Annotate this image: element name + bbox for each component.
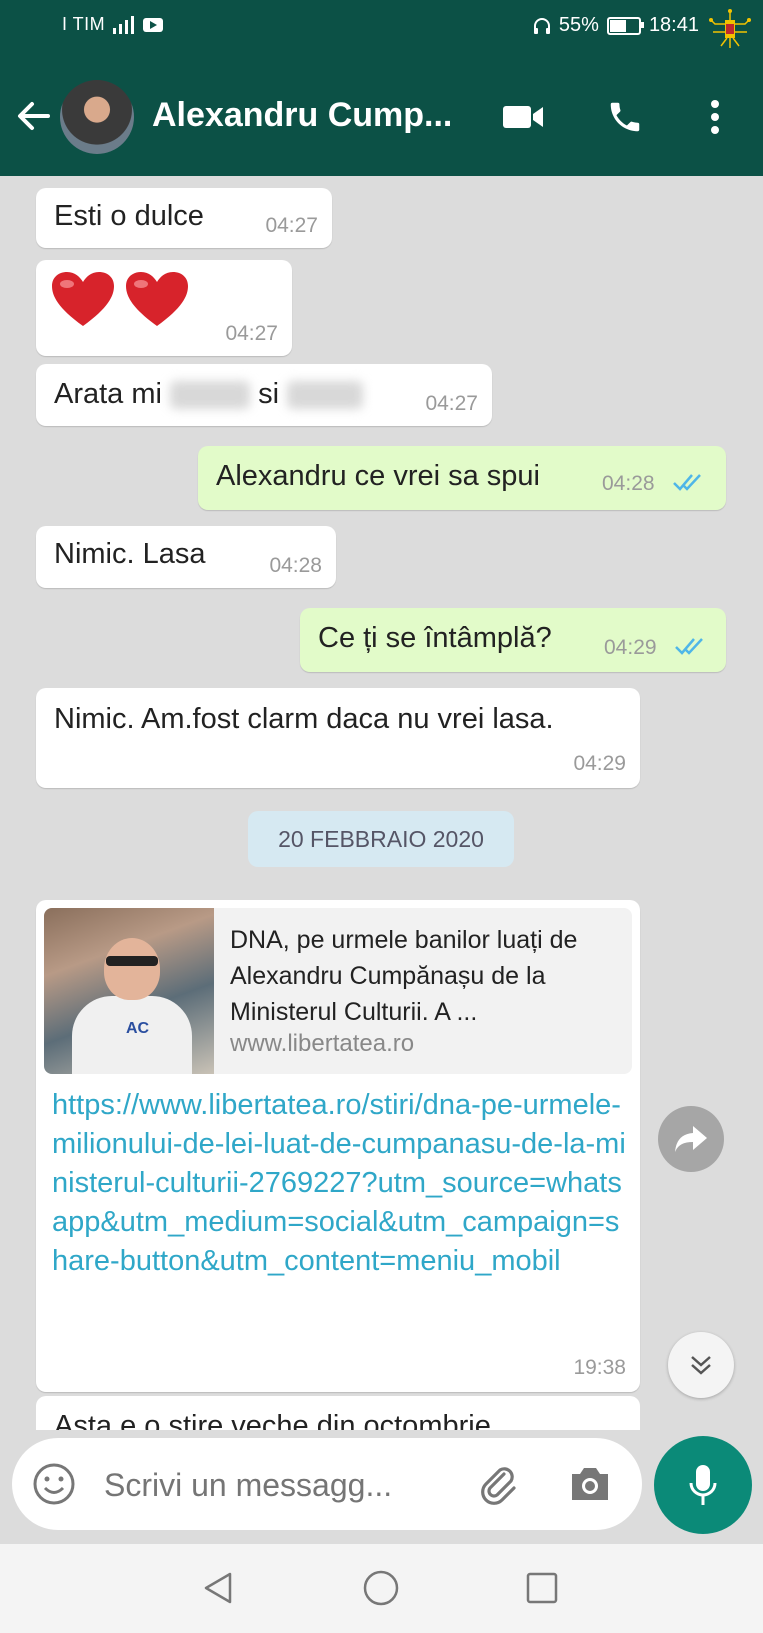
phone-icon bbox=[610, 102, 640, 132]
battery-percent: 55% bbox=[558, 14, 599, 36]
thumbnail-glasses bbox=[106, 956, 158, 966]
message-time: 04:29 bbox=[604, 636, 657, 659]
nav-recents-button[interactable] bbox=[518, 1564, 566, 1612]
message-text: Alexandru ce vrei sa spui bbox=[216, 460, 540, 492]
thumbnail-face bbox=[104, 938, 160, 1000]
nav-recents-icon bbox=[526, 1572, 558, 1604]
blurred-word bbox=[170, 381, 251, 410]
more-vert-icon bbox=[711, 100, 719, 134]
message-time: 04:27 bbox=[225, 322, 278, 345]
message-text: Arata mi si bbox=[54, 378, 364, 411]
heart-icon bbox=[52, 272, 114, 326]
headphones-icon bbox=[533, 17, 550, 34]
message-input[interactable] bbox=[102, 1456, 436, 1514]
mic-icon bbox=[689, 1465, 717, 1505]
message-time: 04:27 bbox=[425, 392, 478, 415]
video-call-button[interactable] bbox=[500, 94, 546, 140]
avatar[interactable] bbox=[60, 80, 134, 154]
emoji-icon[interactable] bbox=[32, 1462, 76, 1506]
link-preview-title: DNA, pe urmele banilor luați de Alexandr… bbox=[230, 926, 578, 1026]
video-call-icon bbox=[503, 106, 543, 128]
scroll-to-bottom-button[interactable] bbox=[668, 1332, 734, 1398]
message-incoming[interactable]: Arata mi si 04:27 bbox=[36, 364, 492, 426]
status-bar: I TIM 55% 18:41 bbox=[0, 0, 763, 58]
link-preview-domain: www.libertatea.ro bbox=[230, 1030, 415, 1057]
message-incoming-partial[interactable]: Asta e o stire veche din octombrie bbox=[36, 1396, 640, 1430]
message-incoming[interactable]: Esti o dulce 04:27 bbox=[36, 188, 332, 248]
signal-icon bbox=[113, 15, 135, 34]
forward-button[interactable] bbox=[658, 1106, 724, 1172]
message-time: 19:38 bbox=[573, 1356, 626, 1379]
heart-emoji-pair bbox=[50, 270, 190, 338]
message-text: Nimic. Am.fost clarm daca nu vrei lasa. bbox=[54, 703, 554, 735]
message-incoming[interactable]: Nimic. Am.fost clarm daca nu vrei lasa. … bbox=[36, 688, 640, 788]
thumbnail-logo-text: AC bbox=[126, 1020, 150, 1037]
attach-icon[interactable] bbox=[474, 1460, 522, 1508]
more-options-button[interactable] bbox=[692, 94, 738, 140]
message-incoming[interactable]: Nimic. Lasa 04:28 bbox=[36, 526, 336, 588]
link-thumbnail: AC bbox=[44, 908, 214, 1074]
message-incoming[interactable]: 04:27 bbox=[36, 260, 292, 356]
carrier-label: I TIM bbox=[62, 14, 106, 34]
message-text: Esti o dulce bbox=[54, 200, 204, 232]
message-text-part: si bbox=[258, 378, 280, 410]
status-left: I TIM bbox=[62, 14, 164, 35]
message-composer bbox=[12, 1438, 642, 1530]
message-outgoing[interactable]: Alexandru ce vrei sa spui 04:28 bbox=[198, 446, 726, 510]
voice-call-button[interactable] bbox=[602, 94, 648, 140]
contact-name[interactable]: Alexandru Cump... bbox=[152, 96, 452, 135]
message-time: 04:27 bbox=[265, 214, 318, 237]
message-text: Asta e o stire veche din octombrie bbox=[54, 1410, 491, 1430]
blurred-word bbox=[287, 381, 364, 410]
share-arrow-icon bbox=[675, 1126, 707, 1152]
date-separator: 20 FEBBRAIO 2020 bbox=[248, 811, 514, 867]
heart-icon bbox=[126, 272, 189, 326]
message-text: Nimic. Lasa bbox=[54, 538, 206, 570]
chat-header: Alexandru Cump... bbox=[0, 58, 763, 176]
message-link-url[interactable]: https://www.libertatea.ro/stiri/dna-pe-u… bbox=[52, 1086, 632, 1281]
nav-back-icon bbox=[204, 1572, 232, 1604]
message-time: 04:28 bbox=[269, 554, 322, 577]
link-preview[interactable]: AC DNA, pe urmele banilor luați de Alexa… bbox=[44, 908, 632, 1074]
message-incoming-link[interactable]: AC DNA, pe urmele banilor luați de Alexa… bbox=[36, 900, 640, 1392]
read-ticks-icon bbox=[673, 474, 701, 491]
message-time: 04:29 bbox=[573, 752, 626, 775]
system-navigation-bar bbox=[0, 1544, 763, 1633]
message-text-part: Arata mi bbox=[54, 378, 162, 410]
message-outgoing[interactable]: Ce ți se întâmplă? 04:29 bbox=[300, 608, 726, 672]
youtube-icon bbox=[143, 17, 164, 32]
back-arrow-icon[interactable] bbox=[16, 98, 52, 134]
clock: 18:41 bbox=[648, 14, 699, 36]
camera-icon[interactable] bbox=[568, 1464, 612, 1504]
message-time: 04:28 bbox=[602, 472, 655, 495]
status-right: 55% 18:41 bbox=[533, 14, 699, 37]
double-chevron-down-icon bbox=[691, 1356, 711, 1375]
battery-icon bbox=[606, 16, 644, 35]
voice-message-button[interactable] bbox=[654, 1436, 752, 1534]
read-ticks-icon bbox=[675, 638, 703, 655]
nav-home-icon bbox=[363, 1570, 399, 1606]
nav-home-button[interactable] bbox=[357, 1564, 405, 1612]
chat-area[interactable]: Esti o dulce 04:27 04:27 Arata mi si 04:… bbox=[0, 176, 763, 1430]
message-text: Ce ți se întâmplă? bbox=[318, 622, 552, 654]
circuit-logo-icon bbox=[709, 9, 751, 48]
nav-back-button[interactable] bbox=[194, 1564, 242, 1612]
